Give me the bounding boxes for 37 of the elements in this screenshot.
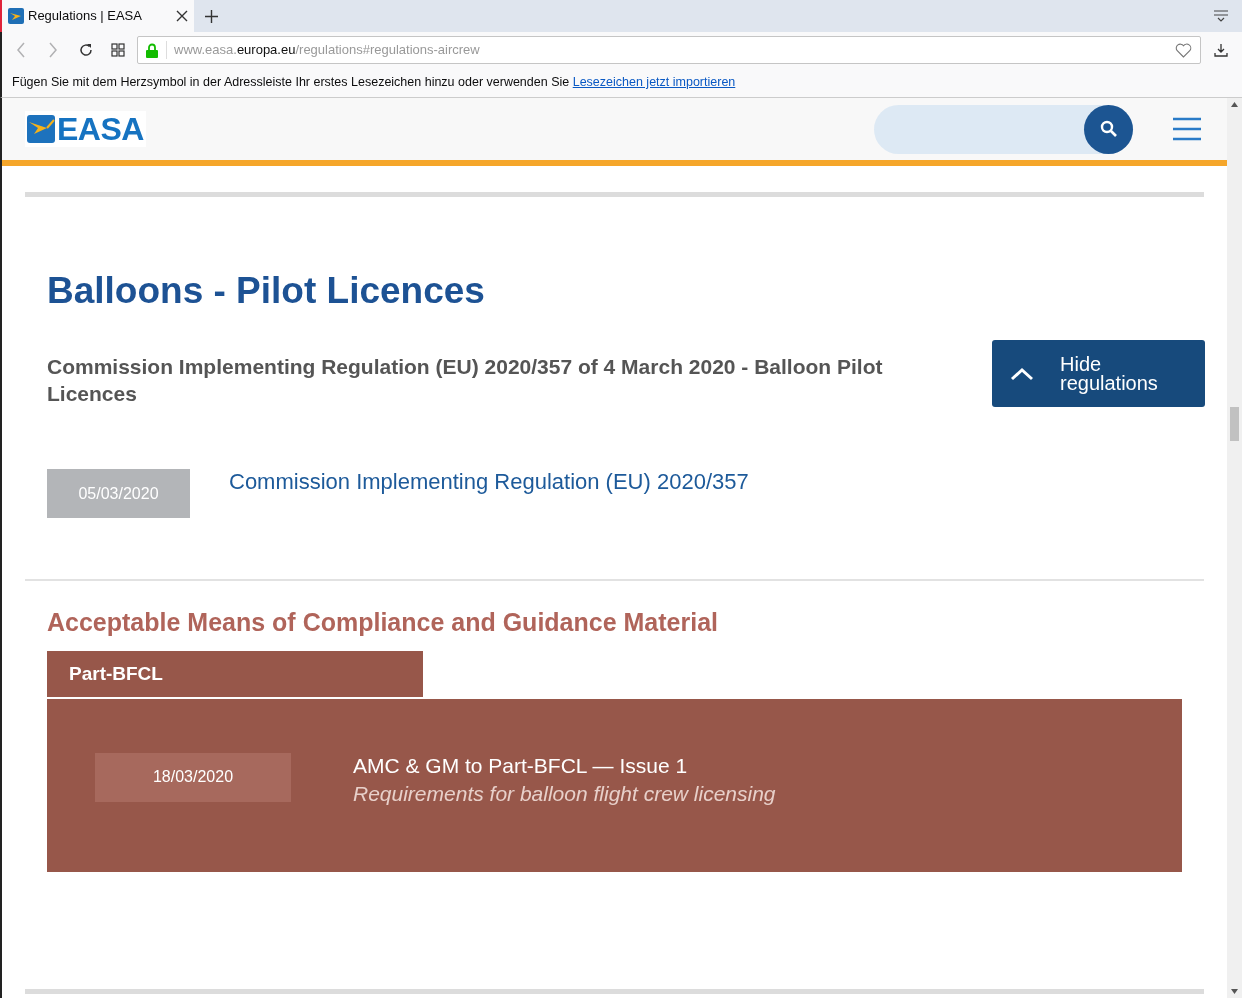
scroll-thumb[interactable] <box>1230 407 1239 441</box>
download-icon[interactable] <box>1214 43 1228 57</box>
new-tab-icon[interactable] <box>205 10 218 23</box>
address-bar[interactable]: www.easa.europa.eu/regulations#regulations-aircrew <box>137 36 1201 64</box>
bird-logo-icon <box>27 115 55 143</box>
reload-icon[interactable] <box>78 42 94 58</box>
close-icon[interactable] <box>176 10 188 22</box>
document-subtitle: Requirements for balloon flight crew licensing <box>353 780 776 807</box>
regulation-link[interactable]: Commission Implementing Regulation (EU) 2020/357 <box>229 469 749 495</box>
date-badge: 05/03/2020 <box>47 469 190 518</box>
search-button[interactable] <box>1084 104 1133 154</box>
search-icon <box>1099 120 1118 138</box>
amc-section-heading: Acceptable Means of Compliance and Guidance Material <box>47 607 719 638</box>
hide-regulations-button[interactable]: Hide regulations <box>992 340 1205 407</box>
menu-icon[interactable] <box>1173 117 1201 141</box>
scroll-up-icon[interactable] <box>1231 102 1238 107</box>
url-text: www.easa.europa.eu/regulations#regulations-aircrew <box>174 41 481 60</box>
browser-tab[interactable]: Regulations | EASA <box>2 0 194 32</box>
regulation-group-title: Commission Implementing Regulation (EU) 2020/357 of 4 March 2020 - Balloon Pilot Licences <box>47 354 884 407</box>
document-title-link[interactable]: AMC & GM to Part-BFCL — Issue 1 <box>353 752 776 779</box>
site-logo[interactable]: EASA <box>25 111 146 147</box>
scrollbar[interactable] <box>1227 98 1242 998</box>
tab-list-icon[interactable] <box>1213 9 1229 23</box>
document-tab[interactable]: Part-BFCL <box>47 651 423 697</box>
tab-title: Regulations | EASA <box>28 7 143 26</box>
bookmark-notice: Fügen Sie mit dem Herzsymbol in der Adressleiste Ihr erstes Lesezeichen hinzu oder verwenden Sie Lesezeichen jetzt importieren <box>12 74 736 92</box>
logo-text: EASA <box>57 113 144 145</box>
chevron-up-icon <box>1010 366 1034 381</box>
page-title: Balloons - Pilot Licences <box>47 269 486 313</box>
grid-icon[interactable] <box>111 43 125 57</box>
scroll-down-icon[interactable] <box>1231 989 1238 994</box>
site-favicon-icon <box>8 8 24 24</box>
date-badge: 18/03/2020 <box>95 752 291 802</box>
padlock-icon <box>146 42 158 58</box>
import-bookmarks-link[interactable]: Lesezeichen jetzt importieren <box>572 75 736 90</box>
search-field[interactable] <box>874 104 1133 154</box>
heart-icon[interactable] <box>1175 42 1192 58</box>
